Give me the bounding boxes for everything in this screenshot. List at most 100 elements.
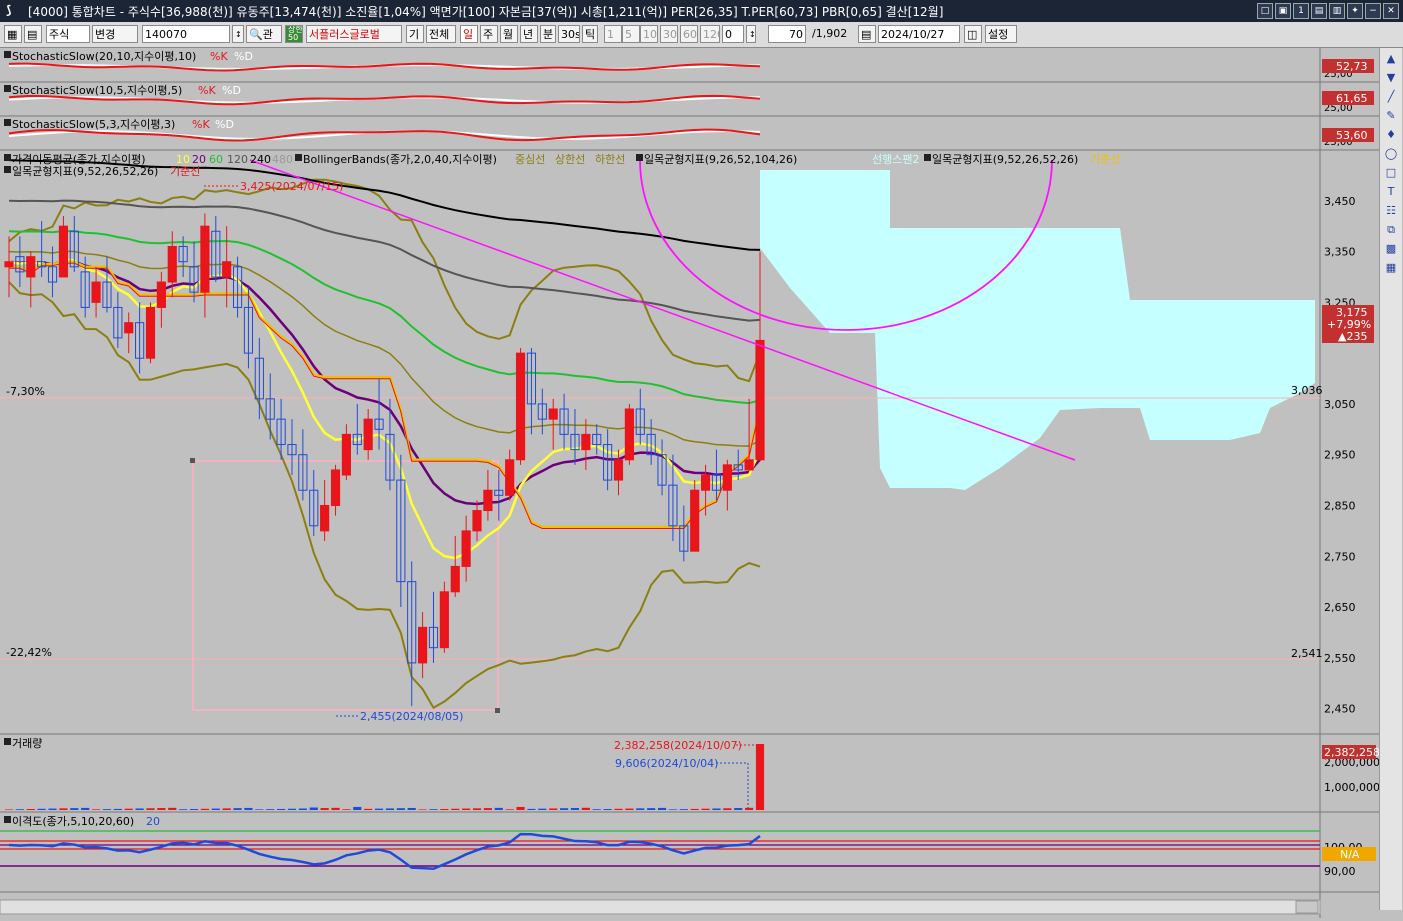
spin-icon[interactable]: ↕ (232, 25, 244, 43)
candle-body (722, 464, 732, 491)
volume-bar (581, 807, 590, 810)
list-icon[interactable]: ▤ (24, 25, 42, 43)
window-button[interactable]: ▤ (1311, 3, 1327, 19)
window-button[interactable]: □ (1257, 3, 1273, 19)
minute-button[interactable]: 60 (680, 25, 698, 43)
candle-body (744, 459, 754, 471)
chart-area[interactable]: StochasticSlow(20,10,지수이평,10) %K %D Stoc… (0, 48, 1403, 918)
volume-bar (244, 807, 253, 810)
ichimoku-legend-2-kijun: 기준선 (170, 165, 200, 178)
volume-bar (701, 808, 710, 810)
minute-button[interactable]: 30 (660, 25, 678, 43)
price-axis-label: 3,350 (1324, 246, 1356, 259)
image-tool-icon[interactable]: ▩ (1383, 241, 1399, 257)
scroll-up-icon[interactable]: ▲ (1383, 51, 1399, 67)
market-select[interactable]: 주식 (46, 25, 90, 43)
offset-spin-icon[interactable]: ↕ (746, 25, 756, 43)
line-tool-icon[interactable]: ╱ (1383, 89, 1399, 105)
circle-tool-icon[interactable]: ◯ (1383, 146, 1399, 162)
count-input[interactable]: 70 (768, 25, 806, 43)
ma-480: 480 (272, 153, 293, 166)
candle-body (4, 261, 14, 268)
stock-name[interactable]: 서플러스글로벌 (306, 25, 402, 43)
minute-button[interactable]: 10 (640, 25, 658, 43)
window-buttons: □ ▣ 1 ▤ ▥ ✦ − ✕ (1257, 3, 1399, 19)
pct-bottom: -22,42% (6, 646, 52, 659)
volume-bar (168, 807, 177, 810)
volume-bar (440, 808, 449, 810)
drawing-toolbar: ▲ ▼ ╱ ✎ ♦ ◯ □ T ☷ ⧉ ▩ ▦ (1379, 48, 1402, 910)
minute-button[interactable]: 5 (622, 25, 640, 43)
candle-body (222, 261, 232, 278)
stoch3-k: %K (192, 118, 210, 131)
period-button[interactable]: 분 (540, 25, 556, 43)
gi-button[interactable]: 기 (406, 25, 424, 43)
period-button[interactable]: 30s (558, 25, 580, 43)
candle-body (548, 408, 558, 420)
volume-bar (179, 809, 188, 810)
high-annotation: 3,425(2024/07/15) (240, 180, 343, 193)
date-select[interactable]: 2024/10/27 (878, 25, 960, 43)
all-button[interactable]: 전체 (426, 25, 456, 43)
pen-tool-icon[interactable]: ✎ (1383, 108, 1399, 124)
offset-input[interactable]: 0 (722, 25, 744, 43)
rect-tool-icon[interactable]: □ (1383, 165, 1399, 181)
period-button[interactable]: 일 (460, 25, 478, 43)
code-input[interactable]: 140070 (142, 25, 230, 43)
volume-bar (418, 809, 427, 810)
box-handle[interactable] (190, 458, 195, 463)
period-button[interactable]: 주 (480, 25, 498, 43)
level-top: 3,036 (1291, 384, 1323, 397)
volume-bar (745, 807, 754, 810)
volume-bar (102, 809, 112, 810)
ichimoku-legend-2: 일목균형지표(9,52,26,52,26) (12, 164, 158, 178)
fibo-tool-icon[interactable]: ☷ (1383, 203, 1399, 219)
candle-body (91, 281, 101, 303)
volume-bar (277, 808, 286, 810)
candle-body (363, 418, 373, 451)
volume-bar (135, 808, 144, 810)
current-price-tag: 3,175 +7,99% ▲235 (1322, 305, 1374, 343)
price-axis-label: 2,950 (1324, 449, 1356, 462)
menu-icon[interactable]: ▦ (4, 25, 22, 43)
volume-bar (614, 808, 623, 810)
volume-bar (26, 809, 35, 810)
save-icon[interactable]: ◫ (964, 25, 982, 43)
volume-bar (429, 809, 438, 810)
low-annotation: 2,455(2024/08/05) (360, 710, 463, 723)
period-button[interactable]: 틱 (582, 25, 598, 43)
scroll-down-icon[interactable]: ▼ (1383, 70, 1399, 86)
minute-button[interactable]: 1 (604, 25, 622, 43)
volume-low-note: 9,606(2024/10/04) (615, 757, 718, 770)
period-button[interactable]: 월 (500, 25, 518, 43)
box-handle[interactable] (495, 708, 500, 713)
window-button[interactable]: ✦ (1347, 3, 1363, 19)
change-select[interactable]: 변경 (92, 25, 138, 43)
settings-button[interactable]: 설정 (985, 25, 1017, 43)
calendar-icon[interactable]: ▤ (858, 25, 876, 43)
grid-tool-icon[interactable]: ▦ (1383, 260, 1399, 276)
window-button[interactable]: − (1365, 3, 1381, 19)
price-axis-label: 2,450 (1324, 703, 1356, 716)
minute-button[interactable]: 120 (700, 25, 720, 43)
bb-upper: 상한선 (555, 153, 585, 166)
search-button[interactable]: 🔍관 (246, 25, 282, 43)
volume-bar (222, 808, 231, 810)
candle-body (156, 281, 166, 308)
chart-svg[interactable]: StochasticSlow(20,10,지수이평,10) %K %D Stoc… (0, 48, 1380, 918)
ma-60: 60 (209, 153, 223, 166)
period-button[interactable]: 년 (520, 25, 538, 43)
window-button[interactable]: ▥ (1329, 3, 1345, 19)
level-bottom: 2,541 (1291, 647, 1323, 660)
volume-bar (516, 806, 525, 810)
copy-tool-icon[interactable]: ⧉ (1383, 222, 1399, 238)
volume-bar (462, 808, 471, 810)
price-axis-label: 3,050 (1324, 398, 1356, 411)
window-button[interactable]: ▣ (1275, 3, 1291, 19)
window-button[interactable]: 1 (1293, 3, 1309, 19)
marker-tool-icon[interactable]: ♦ (1383, 127, 1399, 143)
window-button[interactable]: ✕ (1383, 3, 1399, 19)
text-tool-icon[interactable]: T (1383, 184, 1399, 200)
total-count: /1,902 (812, 27, 848, 40)
volume-bar (472, 808, 482, 810)
